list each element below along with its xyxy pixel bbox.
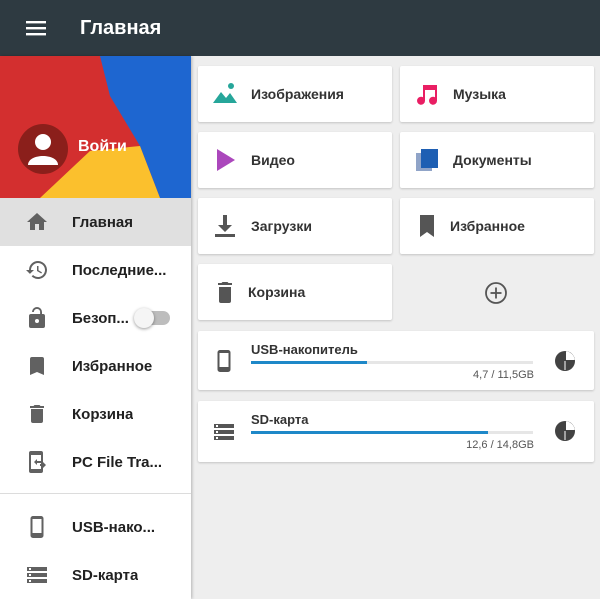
- sidebar-item-label: USB-нако...: [72, 518, 156, 536]
- documents-icon: [416, 149, 438, 171]
- image-icon: [213, 83, 237, 103]
- storage-usage-fill: [251, 361, 367, 364]
- sidebar-item-usb[interactable]: USB-нако...: [0, 503, 191, 551]
- play-icon: [217, 149, 235, 171]
- app-bar: Главная: [0, 0, 600, 56]
- lock-icon: [29, 307, 45, 328]
- transfer-icon: [29, 451, 46, 473]
- trash-icon: [218, 282, 232, 303]
- toggle-knob: [134, 308, 154, 328]
- category-favorites[interactable]: Избранное: [400, 198, 594, 254]
- login-button[interactable]: Войти: [78, 138, 127, 156]
- sidebar-item-label: PC File Tra...: [72, 453, 163, 471]
- sidebar-item-label: Последние...: [72, 261, 167, 279]
- pie-chart-icon[interactable]: [554, 420, 576, 442]
- sidebar-item-sd-card[interactable]: SD-карта: [0, 551, 191, 599]
- history-icon: [26, 261, 47, 279]
- category-images[interactable]: Изображения: [198, 66, 392, 122]
- navigation-drawer: Войти Главная Последние... Безоп... Избр…: [0, 56, 191, 599]
- sidebar-item-favorites[interactable]: Избранное: [0, 342, 191, 390]
- storage-size: 12,6 / 14,8GB: [466, 439, 534, 451]
- storage-icon: [214, 424, 234, 440]
- music-note-icon: [417, 85, 438, 105]
- category-label: Корзина: [248, 284, 306, 300]
- drawer-divider: [0, 493, 191, 494]
- sidebar-item-label: Безоп...: [72, 309, 129, 327]
- category-trash[interactable]: Корзина: [198, 264, 392, 320]
- sidebar-item-pc-file-transfer[interactable]: PC File Tra...: [0, 438, 191, 486]
- phone-icon: [217, 350, 231, 372]
- avatar[interactable]: [18, 124, 68, 174]
- category-music[interactable]: Музыка: [400, 66, 594, 122]
- storage-name: USB-накопитель: [251, 342, 358, 357]
- storage-card-sd[interactable]: SD-карта 12,6 / 14,8GB: [198, 401, 594, 462]
- person-icon: [28, 134, 58, 165]
- phone-icon: [30, 516, 44, 538]
- storage-icon: [27, 567, 47, 583]
- home-icon: [27, 213, 47, 230]
- category-label: Изображения: [251, 86, 344, 102]
- category-label: Избранное: [450, 218, 525, 234]
- pie-chart-icon[interactable]: [554, 350, 576, 372]
- sidebar-item-label: Главная: [72, 213, 134, 231]
- page-title: Главная: [80, 16, 162, 39]
- category-label: Загрузки: [251, 218, 312, 234]
- storage-name: SD-карта: [251, 412, 309, 427]
- category-video[interactable]: Видео: [198, 132, 392, 188]
- sidebar-item-secure[interactable]: Безоп...: [0, 294, 191, 342]
- category-downloads[interactable]: Загрузки: [198, 198, 392, 254]
- add-circle-icon[interactable]: [484, 281, 508, 305]
- storage-usage-bar: [251, 431, 533, 434]
- bookmark-icon: [420, 215, 434, 237]
- category-label: Документы: [453, 152, 532, 168]
- sidebar-item-label: SD-карта: [72, 566, 139, 584]
- category-documents[interactable]: Документы: [400, 132, 594, 188]
- storage-card-usb[interactable]: USB-накопитель 4,7 / 11,5GB: [198, 331, 594, 390]
- category-label: Музыка: [453, 86, 506, 102]
- drawer-header: Войти: [0, 56, 191, 198]
- sidebar-item-label: Избранное: [72, 357, 153, 375]
- sidebar-item-label: Корзина: [72, 405, 134, 423]
- storage-size: 4,7 / 11,5GB: [473, 369, 534, 381]
- secure-toggle[interactable]: [134, 308, 170, 328]
- hamburger-menu-icon[interactable]: [26, 0, 50, 56]
- bookmark-icon: [30, 357, 44, 375]
- storage-usage-fill: [251, 431, 488, 434]
- sidebar-item-trash[interactable]: Корзина: [0, 390, 191, 438]
- storage-usage-bar: [251, 361, 533, 364]
- trash-icon: [30, 405, 44, 423]
- sidebar-item-recent[interactable]: Последние...: [0, 246, 191, 294]
- sidebar-item-home[interactable]: Главная: [0, 198, 191, 246]
- download-icon: [215, 215, 235, 237]
- category-label: Видео: [251, 152, 295, 168]
